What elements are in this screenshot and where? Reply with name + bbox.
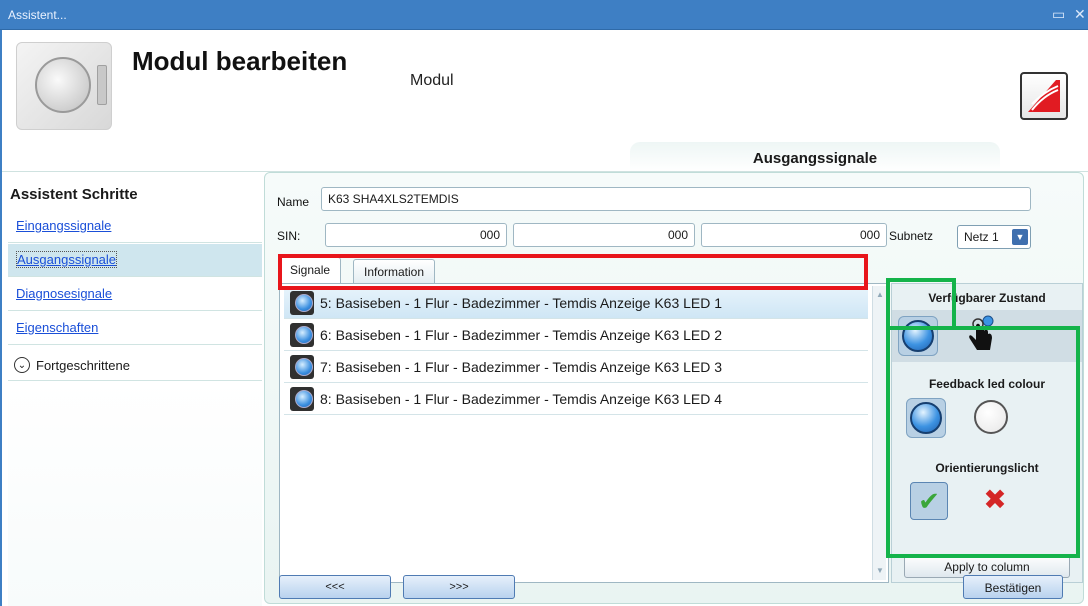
- sin-field-2[interactable]: 000: [513, 223, 695, 247]
- list-item[interactable]: 6: Basiseben - 1 Flur - Badezimmer - Tem…: [284, 320, 868, 351]
- x-icon[interactable]: ✖: [976, 482, 1014, 520]
- feedback-white-button[interactable]: [974, 400, 1008, 434]
- signal-label: 5: Basiseben - 1 Flur - Badezimmer - Tem…: [320, 295, 723, 311]
- wizard-steps-title: Assistent Schritte: [10, 186, 138, 203]
- list-item[interactable]: 7: Basiseben - 1 Flur - Badezimmer - Tem…: [284, 352, 868, 383]
- confirm-button[interactable]: Bestätigen: [963, 575, 1063, 599]
- sin-field-3[interactable]: 000: [701, 223, 887, 247]
- back-button[interactable]: <<<: [279, 575, 391, 599]
- wizard-step-output-signals[interactable]: Ausgangssignale: [8, 244, 262, 277]
- subnet-value: Netz 1: [964, 230, 999, 244]
- wizard-step-label: Eingangssignale: [16, 218, 112, 233]
- wizard-step-label: Ausgangssignale: [16, 251, 118, 268]
- advanced-label: Fortgeschrittene: [36, 357, 130, 373]
- led-signal-icon: [290, 355, 318, 379]
- module-dial-icon: [35, 57, 91, 113]
- list-item[interactable]: 8: Basiseben - 1 Flur - Badezimmer - Tem…: [284, 384, 868, 415]
- wizard-step-properties[interactable]: Eigenschaften: [8, 312, 262, 345]
- wizard-step-label: Diagnosesignale: [16, 286, 113, 301]
- blue-led-icon: [910, 402, 942, 434]
- wizard-steps-panel: Assistent Schritte Eingangssignale Ausga…: [8, 180, 262, 606]
- list-item[interactable]: 5: Basiseben - 1 Flur - Badezimmer - Tem…: [284, 288, 868, 319]
- page-subtitle: Modul: [410, 72, 454, 89]
- led-signal-icon: [290, 387, 318, 411]
- check-icon[interactable]: ✔: [910, 482, 948, 520]
- sin-field-1[interactable]: 000: [325, 223, 507, 247]
- subnet-select[interactable]: Netz 1 ▼: [957, 225, 1031, 249]
- led-signal-icon: [290, 323, 318, 347]
- restore-icon[interactable]: ▭: [1052, 7, 1065, 21]
- brand-logo-icon: [1020, 72, 1068, 120]
- wizard-step-input-signals[interactable]: Eingangssignale: [8, 210, 262, 243]
- list-scrollbar[interactable]: ▲ ▼: [872, 286, 886, 580]
- window-title: Assistent...: [8, 8, 67, 22]
- module-slot-icon: [97, 65, 107, 105]
- led-signal-icon: [290, 291, 318, 315]
- wizard-steps-empty-area: [8, 380, 262, 606]
- feedback-blue-button[interactable]: [906, 398, 946, 438]
- signal-label: 6: Basiseben - 1 Flur - Badezimmer - Tem…: [320, 327, 723, 343]
- next-button[interactable]: >>>: [403, 575, 515, 599]
- module-image: [16, 42, 112, 130]
- advanced-expander[interactable]: ⌄ Fortgeschrittene: [8, 348, 262, 376]
- name-field[interactable]: K63 SHA4XLS2TEMDIS: [321, 187, 1031, 211]
- signals-list: 5: Basiseben - 1 Flur - Badezimmer - Tem…: [279, 283, 889, 583]
- feedback-led-colour-title: Feedback led colour: [928, 377, 1046, 391]
- subnet-label: Subnetz: [889, 229, 934, 243]
- signal-label: 8: Basiseben - 1 Flur - Badezimmer - Tem…: [320, 391, 723, 407]
- state-properties-panel: Verfügbarer Zustand Feedback led colour …: [891, 283, 1083, 583]
- wizard-step-diagnostic-signals[interactable]: Diagnosesignale: [8, 278, 262, 311]
- sin-label: SIN:: [277, 229, 301, 243]
- window-titlebar: Assistent... ▭ ✕: [0, 0, 1088, 30]
- touch-hand-icon[interactable]: [964, 314, 1004, 354]
- scroll-down-icon[interactable]: ▼: [874, 564, 886, 578]
- close-icon[interactable]: ✕: [1074, 7, 1086, 21]
- chevron-down-icon: ▼: [1012, 229, 1028, 245]
- section-tab-output-signals: Ausgangssignale: [630, 142, 1000, 172]
- led-state-button[interactable]: [898, 316, 938, 356]
- orientation-light-title: Orientierungslicht: [935, 461, 1039, 475]
- blue-led-icon: [902, 320, 934, 352]
- wizard-step-label: Eigenschaften: [16, 320, 99, 335]
- scroll-up-icon[interactable]: ▲: [874, 288, 886, 302]
- chevron-down-circle-icon: ⌄: [14, 357, 30, 373]
- main-panel: Name K63 SHA4XLS2TEMDIS SIN: 000 000 000…: [264, 172, 1084, 604]
- name-label: Name: [277, 195, 310, 209]
- wizard-window: Modul bearbeiten Modul Ausgangssignale A…: [0, 30, 1088, 606]
- tab-signals[interactable]: Signale: [279, 257, 342, 283]
- signal-label: 7: Basiseben - 1 Flur - Badezimmer - Tem…: [320, 359, 723, 375]
- tab-information[interactable]: Information: [353, 259, 436, 283]
- page-title: Modul bearbeiten: [132, 46, 348, 76]
- available-state-title: Verfügbarer Zustand: [928, 291, 1046, 305]
